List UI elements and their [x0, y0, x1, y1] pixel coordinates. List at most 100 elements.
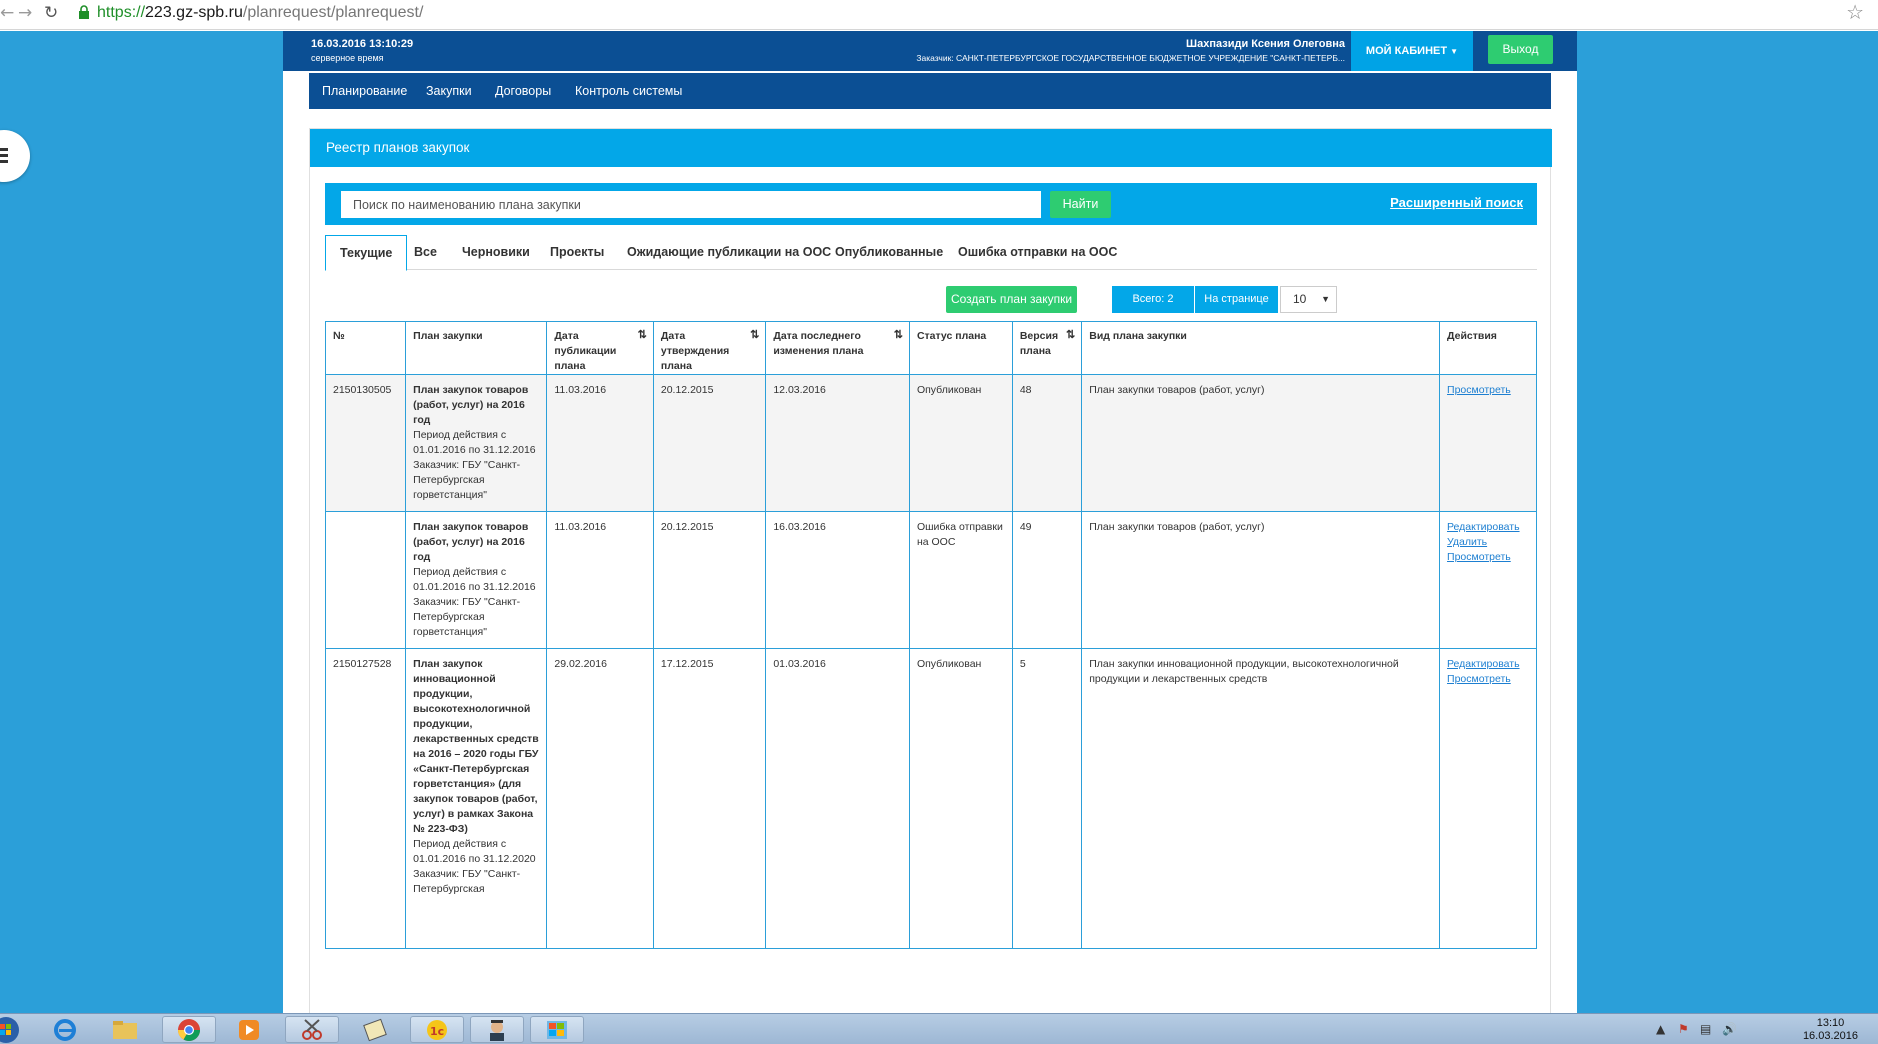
plan-period: Период действия с 01.01.2016 по 31.12.20…	[413, 838, 536, 865]
lock-icon	[79, 5, 89, 19]
tab-send-error[interactable]: Ошибка отправки на ООС	[944, 235, 1131, 270]
col-header-pub-date[interactable]: Дата публикации плана ⇅	[546, 321, 654, 375]
per-page-value: 10	[1293, 292, 1307, 306]
plan-title: План закупок товаров (работ, услуг) на 2…	[413, 521, 529, 563]
table-row: 2150130505 План закупок товаров (работ, …	[324, 374, 1537, 512]
sort-icon[interactable]: ⇅	[894, 328, 903, 343]
snipping-tool-icon[interactable]	[285, 1016, 339, 1043]
nav-item-contracts[interactable]: Договоры	[495, 84, 551, 98]
cell-version: 5	[1011, 648, 1083, 949]
user-app-icon[interactable]	[470, 1016, 524, 1043]
nav-item-planning[interactable]: Планирование	[322, 84, 407, 98]
file-explorer-icon[interactable]	[98, 1016, 152, 1043]
network-icon[interactable]: ▤	[1700, 1022, 1711, 1036]
col-header-version[interactable]: Версия плана ⇅	[1011, 321, 1083, 375]
taskbar-clock[interactable]: 13:10 16.03.2016	[1803, 1017, 1858, 1043]
cell-appr-date: 20.12.2015	[652, 511, 767, 649]
media-player-icon[interactable]	[222, 1016, 276, 1043]
cell-version: 49	[1011, 511, 1083, 649]
cell-pub-date: 11.03.2016	[546, 511, 654, 649]
edit-link[interactable]: Редактировать	[1447, 657, 1529, 672]
page-container: 16.03.2016 13:10:29 серверное время Шахп…	[283, 31, 1577, 1013]
cell-appr-date: 20.12.2015	[652, 374, 767, 512]
clock-time: 13:10	[1816, 1017, 1845, 1029]
internet-explorer-icon[interactable]	[38, 1016, 92, 1043]
cell-plan: План закупок товаров (работ, услуг) на 2…	[405, 374, 548, 512]
col-header-appr-date[interactable]: Дата утверждения плана ⇅	[652, 321, 767, 375]
tab-published[interactable]: Опубликованные	[821, 235, 957, 270]
search-bar: Найти Расширенный поиск	[325, 183, 1537, 225]
back-icon[interactable]: ←	[0, 3, 14, 23]
plans-table: № План закупки Дата публикации плана ⇅ Да…	[324, 321, 1537, 949]
forward-icon[interactable]: →	[18, 3, 32, 23]
col-header-kind: Вид плана закупки	[1081, 321, 1441, 375]
reload-icon[interactable]: ↻	[44, 3, 58, 23]
cell-plan: План закупок инновационной продукции, вы…	[405, 648, 548, 949]
col-header-num: №	[324, 321, 407, 375]
cell-num	[324, 511, 407, 649]
cell-actions: Редактировать Просмотреть	[1439, 648, 1537, 949]
col-header-status: Статус плана	[908, 321, 1013, 375]
my-cabinet-button[interactable]: МОЙ КАБИНЕТ ▼	[1351, 31, 1473, 71]
chevron-down-icon: ▼	[1450, 47, 1459, 56]
tab-awaiting-publication[interactable]: Ожидающие публикации на ООС	[613, 235, 845, 270]
cell-version: 48	[1011, 374, 1083, 512]
app-icon[interactable]	[348, 1016, 402, 1043]
tab-projects[interactable]: Проекты	[536, 235, 618, 270]
nav-item-purchases[interactable]: Закупки	[426, 84, 472, 98]
advanced-search-link[interactable]: Расширенный поиск	[1390, 195, 1523, 210]
create-plan-button[interactable]: Создать план закупки	[946, 286, 1077, 313]
find-button[interactable]: Найти	[1050, 191, 1111, 218]
windows-start-icon	[0, 1016, 19, 1043]
cell-kind: План закупки инновационной продукции, вы…	[1081, 648, 1441, 949]
cell-status: Ошибка отправки на ООС	[908, 511, 1013, 649]
url-scheme: https://	[97, 4, 146, 21]
col-header-plan: План закупки	[405, 321, 548, 375]
main-nav: Планирование Закупки Договоры Контроль с…	[309, 73, 1551, 109]
sort-icon[interactable]: ⇅	[750, 328, 759, 343]
nav-item-system-control[interactable]: Контроль системы	[575, 84, 682, 98]
cell-num: 2150130505	[324, 374, 407, 512]
address-bar[interactable]: https://223.gz-spb.ru/planrequest/planre…	[97, 4, 423, 22]
col-header-mod-date[interactable]: Дата последнего изменения плана ⇅	[765, 321, 910, 375]
exit-button[interactable]: Выход	[1488, 35, 1553, 64]
view-link[interactable]: Просмотреть	[1447, 672, 1529, 687]
view-link[interactable]: Просмотреть	[1447, 550, 1529, 565]
caret-down-icon: ▼	[1321, 294, 1330, 304]
cell-pub-date: 11.03.2016	[546, 374, 654, 512]
1c-icon[interactable]: 1c	[410, 1016, 464, 1043]
tray-arrow-icon[interactable]: ▲	[1656, 1022, 1665, 1036]
chrome-icon[interactable]	[162, 1016, 216, 1043]
sort-icon[interactable]: ⇅	[638, 328, 647, 343]
search-input[interactable]	[341, 191, 1041, 218]
cell-actions: Редактировать Удалить Просмотреть	[1439, 511, 1537, 649]
start-button[interactable]	[0, 1016, 26, 1043]
tray-flag-icon[interactable]: ⚑	[1678, 1022, 1689, 1036]
windows-app-icon[interactable]	[530, 1016, 584, 1043]
sort-icon[interactable]: ⇅	[1066, 328, 1075, 343]
per-page-label: На странице	[1195, 286, 1278, 313]
plan-customer: Заказчик: ГБУ "Санкт-Петербургская горве…	[413, 459, 521, 501]
view-link[interactable]: Просмотреть	[1447, 383, 1529, 398]
browser-toolbar: ← → ↻ https://223.gz-spb.ru/planrequest/…	[0, 0, 1878, 30]
status-tabs: Текущие Все Черновики Проекты Ожидающие …	[325, 235, 1537, 271]
panel-title: Реестр планов закупок	[326, 140, 470, 155]
volume-icon[interactable]: 🔊	[1722, 1022, 1737, 1036]
delete-link[interactable]: Удалить	[1447, 535, 1529, 550]
bookmark-star-icon[interactable]: ☆	[1846, 1, 1864, 23]
svg-text:1c: 1c	[430, 1025, 444, 1038]
cell-status: Опубликован	[908, 374, 1013, 512]
tab-drafts[interactable]: Черновики	[448, 235, 544, 270]
tab-current[interactable]: Текущие	[325, 235, 408, 271]
tab-all[interactable]: Все	[400, 235, 451, 270]
my-cabinet-label: МОЙ КАБИНЕТ	[1365, 45, 1448, 57]
table-row: 2150127528 План закупок инновационной пр…	[324, 648, 1537, 949]
cell-pub-date: 29.02.2016	[546, 648, 654, 949]
plan-customer: Заказчик: ГБУ "Санкт-Петербургская	[413, 868, 521, 895]
cell-num: 2150127528	[324, 648, 407, 949]
panel-header: Реестр планов закупок	[310, 129, 1552, 167]
system-tray: ▲ ⚑ ▤ 🔊 13:10 16.03.2016	[1648, 1014, 1878, 1044]
edit-link[interactable]: Редактировать	[1447, 520, 1529, 535]
per-page-select[interactable]: 10 ▼	[1280, 286, 1337, 313]
user-name: Шахпазиди Ксения Олеговна	[1186, 38, 1345, 50]
